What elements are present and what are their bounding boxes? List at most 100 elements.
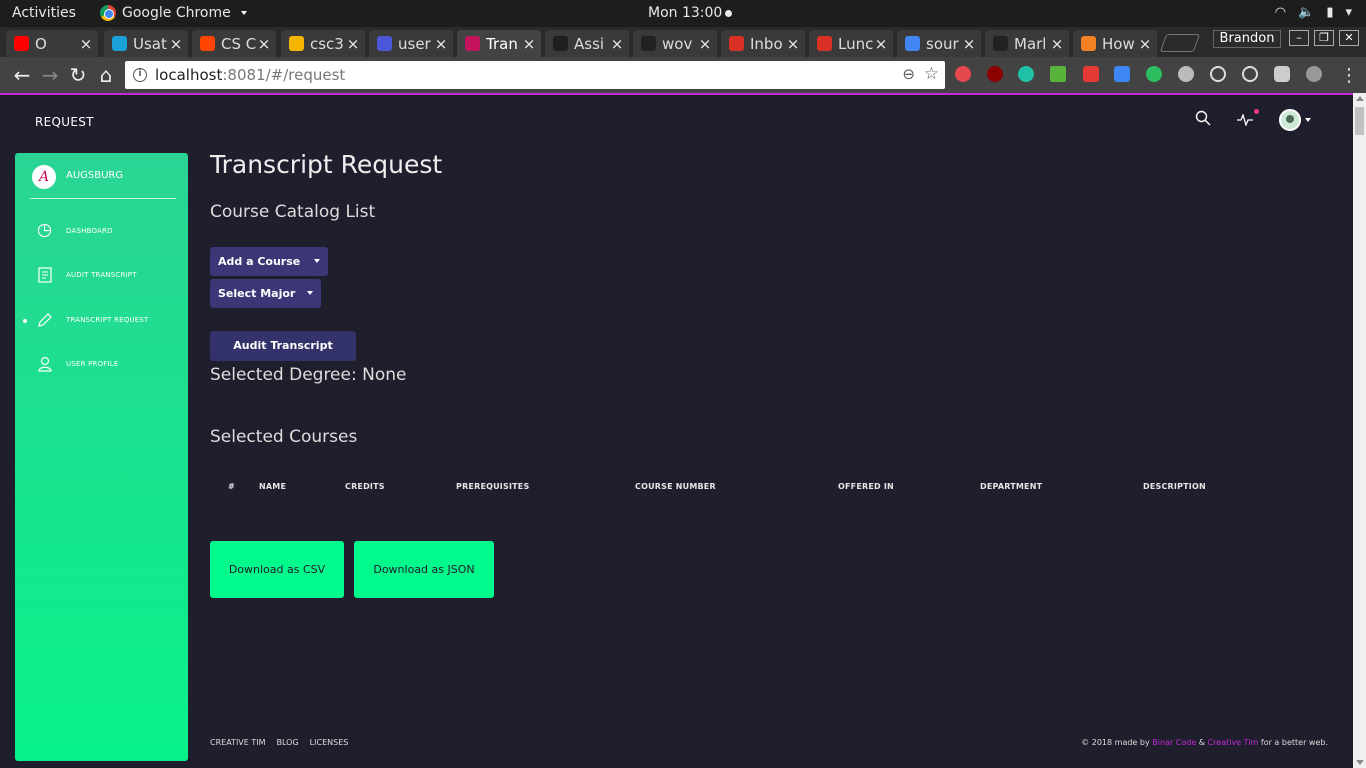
sidebar-title[interactable]: AUGSBURG <box>66 170 123 181</box>
sidebar-item-transcript-request[interactable]: TRANSCRIPT REQUEST <box>15 306 188 336</box>
wifi-icon: ◠ <box>1274 5 1287 20</box>
activities-button[interactable]: Activities <box>12 5 76 21</box>
browser-tab[interactable]: sour × <box>897 30 981 57</box>
column-header-course-number[interactable]: COURSE NUMBER <box>635 482 716 491</box>
close-tab-icon[interactable]: × <box>785 35 801 53</box>
browser-tab[interactable]: Usat × <box>104 30 188 57</box>
footer-link-licenses[interactable]: LICENSES <box>310 738 349 747</box>
author-link-binar-code[interactable]: Binar Code <box>1152 738 1196 747</box>
grey-extension-icon[interactable] <box>1178 66 1194 82</box>
close-tab-icon[interactable]: × <box>78 35 94 53</box>
browser-tab[interactable]: How × <box>1073 30 1157 57</box>
address-bar[interactable]: i localhost:8081/#/request ⊖ ☆ <box>125 61 945 89</box>
clock[interactable]: Mon 13:00 <box>648 5 733 21</box>
close-tab-icon[interactable]: × <box>345 35 361 53</box>
cors-extension-icon[interactable] <box>1050 66 1066 82</box>
chart-pie-icon <box>36 223 53 240</box>
column-header-credits[interactable]: CREDITS <box>345 482 385 491</box>
browser-tab[interactable]: CS C × <box>192 30 276 57</box>
browser-tab[interactable]: wov × <box>633 30 717 57</box>
battery-icon: ▮ <box>1326 5 1334 20</box>
red-extension-icon[interactable] <box>1083 66 1099 82</box>
select-major-dropdown[interactable]: Select Major <box>210 279 321 308</box>
info-icon[interactable]: i <box>133 68 147 82</box>
cloud-extension-icon[interactable] <box>1306 66 1322 82</box>
close-tab-icon[interactable]: × <box>697 35 713 53</box>
browser-tab[interactable]: Assi × <box>545 30 629 57</box>
navbar-brand[interactable]: REQUEST <box>35 115 94 129</box>
augsburg-logo-icon[interactable]: A <box>32 165 56 189</box>
blue-extension-icon[interactable] <box>1114 66 1130 82</box>
active-indicator <box>23 319 27 323</box>
reload-icon[interactable]: ↻ <box>66 63 90 87</box>
download-csv-button[interactable]: Download as CSV <box>210 541 344 598</box>
bulb-extension-icon[interactable] <box>1274 66 1290 82</box>
close-tab-icon[interactable]: × <box>961 35 977 53</box>
close-tab-icon[interactable]: × <box>609 35 625 53</box>
react-extension-icon[interactable] <box>1210 66 1226 82</box>
close-tab-icon[interactable]: × <box>521 35 537 53</box>
download-json-button[interactable]: Download as JSON <box>354 541 494 598</box>
notification-dot-icon <box>1254 108 1259 114</box>
sidebar-item-dashboard[interactable]: DASHBOARD <box>15 217 188 247</box>
back-icon[interactable]: ← <box>10 63 34 87</box>
ublock-extension-icon[interactable] <box>987 66 1003 82</box>
browser-tab[interactable]: Lunc × <box>809 30 893 57</box>
profile-button[interactable]: Brandon <box>1213 30 1281 48</box>
bookmark-star-icon[interactable]: ☆ <box>924 64 939 84</box>
audit-transcript-button[interactable]: Audit Transcript <box>210 331 356 361</box>
scroll-down-icon[interactable] <box>1356 760 1364 765</box>
browser-menu-icon[interactable]: ⋮ <box>1340 65 1358 86</box>
user-icon <box>36 356 53 373</box>
column-header-offered-in[interactable]: OFFERED IN <box>838 482 894 491</box>
browser-tab[interactable]: Marl × <box>985 30 1069 57</box>
minimize-icon[interactable]: – <box>1289 30 1309 46</box>
column-header-prerequisites[interactable]: PREREQUISITES <box>456 482 529 491</box>
search-icon[interactable] <box>1195 110 1211 130</box>
footer-link-creative-tim[interactable]: CREATIVE TIM <box>210 738 266 747</box>
zoom-icon[interactable]: ⊖ <box>902 65 915 83</box>
close-tab-icon[interactable]: × <box>1137 35 1153 53</box>
evernote-extension-icon[interactable] <box>1146 66 1162 82</box>
close-tab-icon[interactable]: × <box>256 35 272 53</box>
sidebar-item-audit-transcript[interactable]: AUDIT TRANSCRIPT <box>15 261 188 291</box>
activity-pulse-icon[interactable] <box>1237 108 1259 130</box>
tab-favicon-icon <box>1081 36 1096 51</box>
close-tab-icon[interactable]: × <box>1049 35 1065 53</box>
chevron-down-icon <box>240 11 247 15</box>
target-extension-icon[interactable] <box>1242 66 1258 82</box>
page-scrollbar[interactable] <box>1353 93 1366 768</box>
browser-tab[interactable]: O × <box>6 30 98 57</box>
forward-icon[interactable]: → <box>38 63 62 87</box>
tab-favicon-icon <box>14 36 29 51</box>
close-tab-icon[interactable]: × <box>873 35 889 53</box>
footer-link-blog[interactable]: BLOG <box>277 738 299 747</box>
scroll-up-icon[interactable] <box>1356 96 1364 101</box>
selected-degree: Selected Degree: None <box>210 365 407 385</box>
column-header-name[interactable]: NAME <box>259 482 286 491</box>
column-header-description[interactable]: DESCRIPTION <box>1143 482 1206 491</box>
app-menu[interactable]: Google Chrome <box>100 5 247 21</box>
browser-tab[interactable]: user × <box>369 30 453 57</box>
close-window-icon[interactable]: ✕ <box>1339 30 1359 46</box>
close-tab-icon[interactable]: × <box>168 35 184 53</box>
add-course-dropdown[interactable]: Add a Course <box>210 247 328 276</box>
home-icon[interactable]: ⌂ <box>94 63 118 87</box>
m-extension-icon[interactable] <box>1018 66 1034 82</box>
app-name: Google Chrome <box>122 5 231 21</box>
user-menu[interactable] <box>1279 109 1311 131</box>
author-link-creative-tim[interactable]: Creative Tim <box>1208 738 1259 747</box>
sidebar-item-user-profile[interactable]: USER PROFILE <box>15 350 188 380</box>
browser-tab[interactable]: Tran × <box>457 30 541 57</box>
system-tray[interactable]: ◠ 🔈 ▮ ▾ <box>1275 5 1352 20</box>
browser-tab[interactable]: Inbo × <box>721 30 805 57</box>
column-header-department[interactable]: DEPARTMENT <box>980 482 1042 491</box>
column-header-index[interactable]: # <box>228 482 235 491</box>
browser-tab[interactable]: csc3 × <box>281 30 365 57</box>
restore-icon[interactable]: ❐ <box>1314 30 1334 46</box>
new-tab-button[interactable] <box>1159 34 1201 52</box>
scroll-thumb[interactable] <box>1355 107 1364 135</box>
close-tab-icon[interactable]: × <box>433 35 449 53</box>
tab-favicon-icon <box>553 36 568 51</box>
shield-extension-icon[interactable] <box>955 66 971 82</box>
